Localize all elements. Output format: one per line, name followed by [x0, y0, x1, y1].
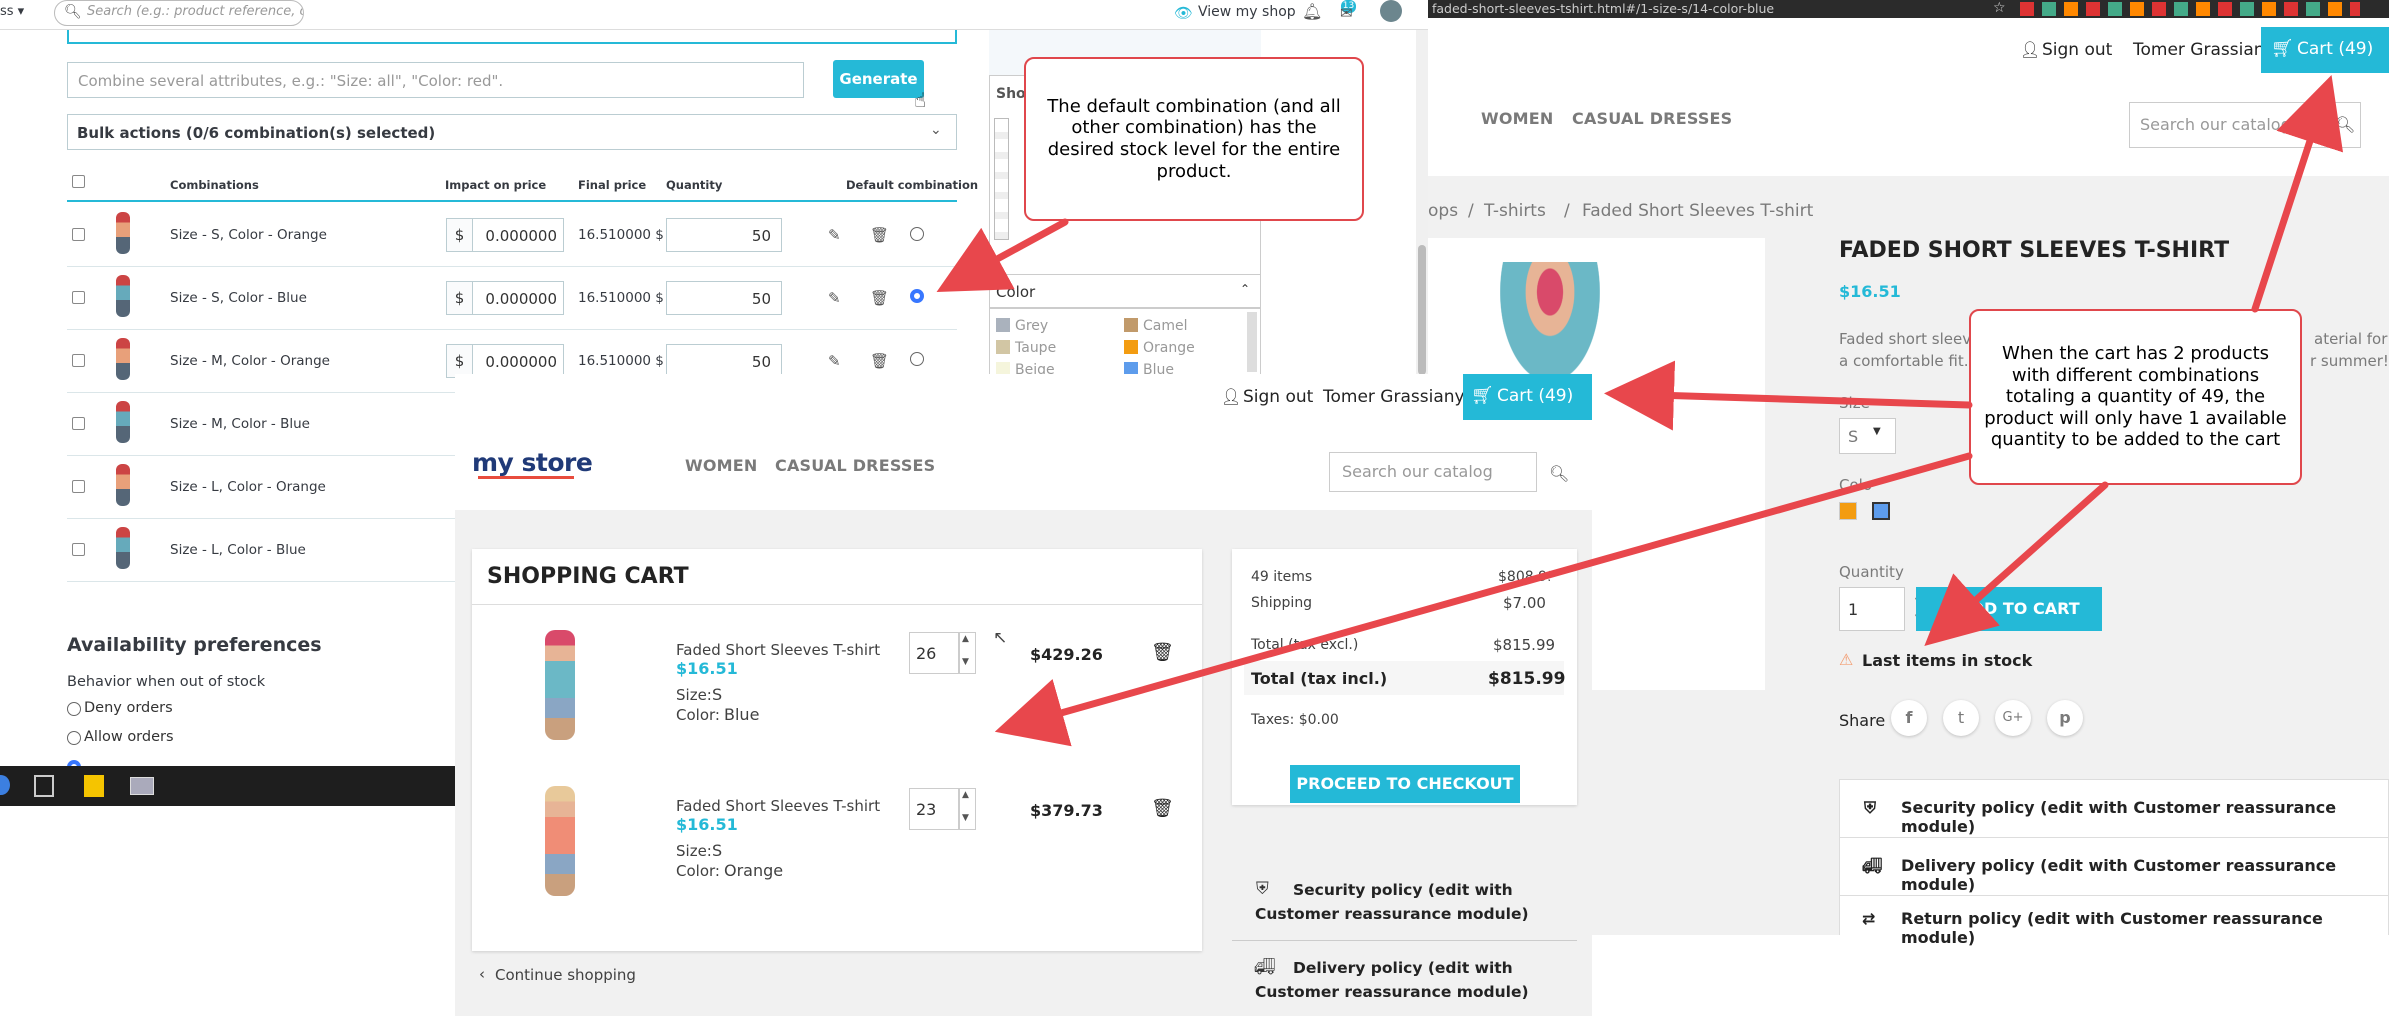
arrow-to-cart-button-top [2251, 75, 2344, 313]
arrow-to-cart-items [994, 452, 1973, 747]
annotation-arrows [936, 75, 2344, 747]
arrow-to-cart-button-overlay [1604, 360, 1973, 431]
arrow-to-default-radio [936, 218, 1069, 293]
arrow-to-stock-status [1924, 481, 2109, 646]
